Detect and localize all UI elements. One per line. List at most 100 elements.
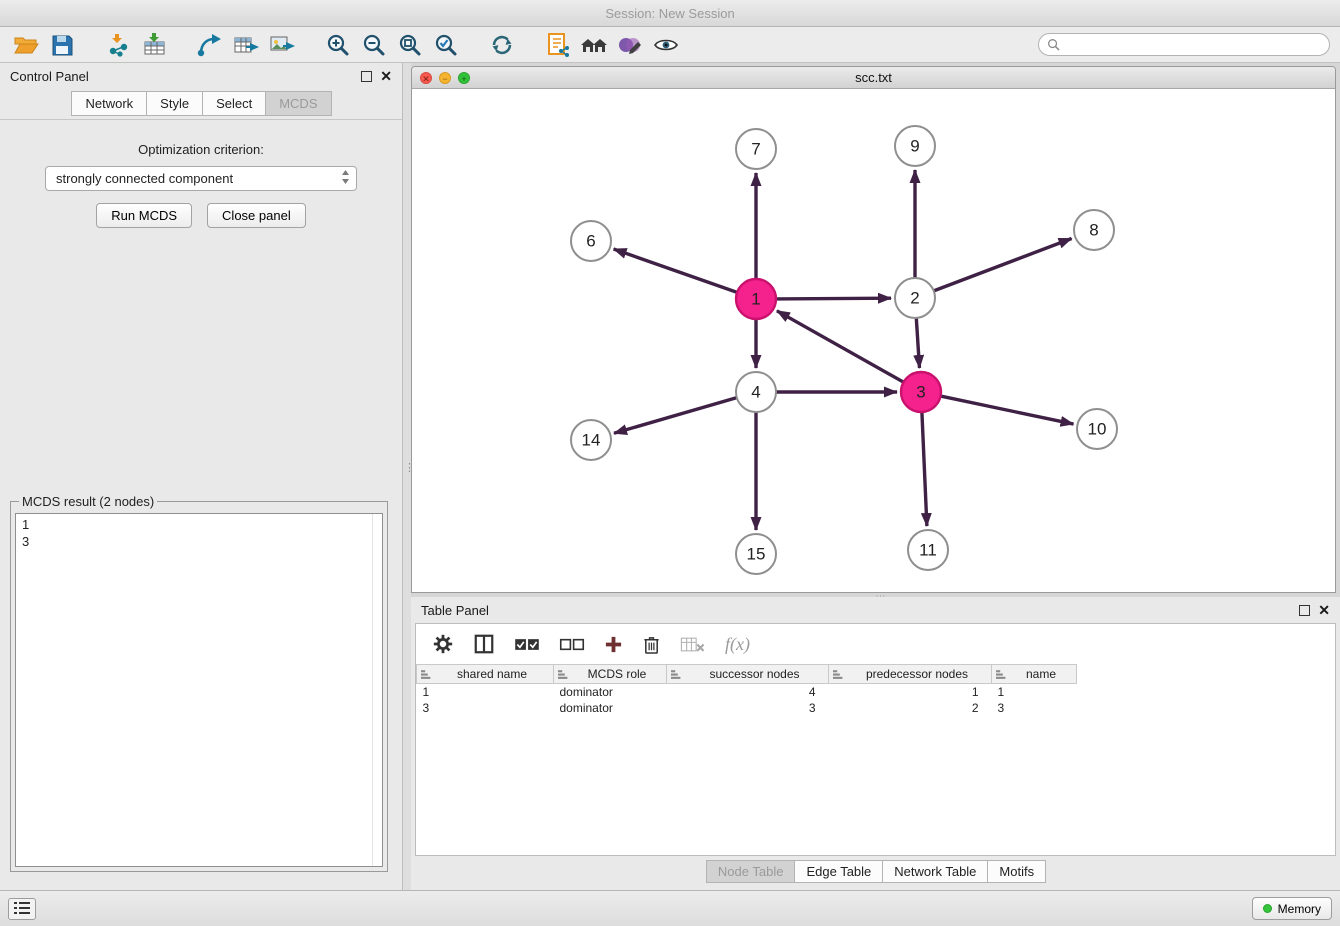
node-9[interactable]: 9 — [895, 126, 935, 166]
edge-3-1[interactable] — [777, 311, 904, 382]
zoom-selected-icon — [434, 33, 458, 57]
node-2[interactable]: 2 — [895, 278, 935, 318]
search-icon — [1047, 38, 1060, 51]
zoom-in-icon — [326, 33, 350, 57]
zoom-fit-button[interactable] — [394, 30, 426, 60]
node-7[interactable]: 7 — [736, 129, 776, 169]
edge-4-14[interactable] — [614, 398, 737, 434]
edge-1-6[interactable] — [614, 249, 738, 292]
node-11[interactable]: 11 — [908, 530, 948, 570]
column-header-shared-name[interactable]: shared name — [417, 665, 554, 684]
table-row[interactable]: 1dominator411 — [417, 684, 1336, 700]
edge-2-3[interactable] — [916, 318, 919, 368]
node-3[interactable]: 3 — [901, 372, 941, 412]
svg-text:11: 11 — [919, 541, 937, 560]
close-window-icon[interactable]: ✕ — [420, 72, 432, 84]
copy-style-button[interactable] — [542, 30, 574, 60]
function-builder-button[interactable]: f(x) — [725, 634, 750, 655]
fx-icon: f(x) — [725, 634, 750, 655]
table-cell: 3 — [667, 700, 829, 716]
tab-network[interactable]: Network — [71, 91, 147, 116]
optimization-criterion-select[interactable]: strongly connected component — [45, 166, 357, 191]
zoom-selected-button[interactable] — [430, 30, 462, 60]
export-table-button[interactable] — [230, 30, 262, 60]
close-table-panel-icon[interactable]: ✕ — [1318, 605, 1330, 616]
node-8[interactable]: 8 — [1074, 210, 1114, 250]
edge-3-10[interactable] — [941, 396, 1074, 424]
import-table-file-button[interactable] — [138, 30, 170, 60]
zoom-out-button[interactable] — [358, 30, 390, 60]
network-home-button[interactable] — [578, 30, 610, 60]
show-graphics-details-button[interactable] — [650, 30, 682, 60]
column-header-predecessor-nodes[interactable]: predecessor nodes — [829, 665, 992, 684]
open-file-button[interactable] — [10, 30, 42, 60]
close-panel-icon[interactable]: ✕ — [380, 71, 392, 82]
deselect-all-columns-button[interactable] — [559, 637, 585, 652]
task-history-button[interactable] — [8, 898, 36, 920]
node-15[interactable]: 15 — [736, 534, 776, 574]
column-header-name[interactable]: name — [992, 665, 1077, 684]
column-header-MCDS-role[interactable]: MCDS role — [554, 665, 667, 684]
zoom-in-button[interactable] — [322, 30, 354, 60]
tab-edge-table[interactable]: Edge Table — [794, 860, 883, 883]
apply-layout-button[interactable] — [486, 30, 518, 60]
float-panel-icon[interactable] — [361, 71, 372, 82]
tab-network-table[interactable]: Network Table — [882, 860, 988, 883]
export-image-button[interactable] — [266, 30, 298, 60]
node-6[interactable]: 6 — [571, 221, 611, 261]
table-settings-button[interactable] — [432, 633, 454, 655]
table-panel-title: Table Panel — [421, 603, 489, 618]
import-network-file-button[interactable] — [102, 30, 134, 60]
mcds-result-text[interactable]: 13 — [15, 513, 383, 867]
window-controls: ✕ − + — [420, 72, 470, 84]
vertical-splitter[interactable]: ⋮ — [403, 63, 411, 890]
delete-column-button[interactable] — [642, 634, 661, 655]
dropdown-arrows-icon — [341, 169, 350, 188]
plus-icon — [604, 635, 623, 654]
control-panel: Control Panel ✕ NetworkStyleSelectMCDS O… — [0, 63, 403, 890]
table-cell: 1 — [829, 684, 992, 700]
columns-icon — [473, 633, 495, 655]
select-all-columns-button[interactable] — [514, 637, 540, 652]
svg-text:14: 14 — [582, 431, 601, 450]
tab-node-table[interactable]: Node Table — [706, 860, 796, 883]
deselect-all-icon — [559, 637, 585, 652]
edge-3-11[interactable] — [922, 412, 927, 526]
table-cell: 1 — [417, 684, 554, 700]
minimize-window-icon[interactable]: − — [439, 72, 451, 84]
close-panel-button[interactable]: Close panel — [207, 203, 306, 228]
style-paint-button[interactable] — [614, 30, 646, 60]
save-session-button[interactable] — [46, 30, 78, 60]
network-canvas[interactable]: 7 9 6 8 1 2 4 3 14 10 15 11 — [412, 89, 1336, 592]
show-columns-button[interactable] — [473, 633, 495, 655]
edge-2-8[interactable] — [934, 239, 1072, 291]
float-table-panel-icon[interactable] — [1299, 605, 1310, 616]
tab-mcds[interactable]: MCDS — [265, 91, 331, 116]
memory-button[interactable]: Memory — [1252, 897, 1332, 920]
create-column-button[interactable] — [604, 635, 623, 654]
column-header-successor-nodes[interactable]: successor nodes — [667, 665, 829, 684]
svg-text:1: 1 — [751, 290, 760, 309]
tab-motifs[interactable]: Motifs — [987, 860, 1046, 883]
table-header-row: shared nameMCDS rolesuccessor nodesprede… — [417, 665, 1336, 684]
status-bar: Memory — [0, 890, 1340, 926]
export-network-button[interactable] — [194, 30, 226, 60]
node-10[interactable]: 10 — [1077, 409, 1117, 449]
run-mcds-button[interactable]: Run MCDS — [96, 203, 192, 228]
delete-table-button[interactable] — [680, 635, 706, 654]
control-panel-title: Control Panel — [10, 69, 89, 84]
node-4[interactable]: 4 — [736, 372, 776, 412]
tab-select[interactable]: Select — [202, 91, 266, 116]
node-14[interactable]: 14 — [571, 420, 611, 460]
control-panel-tabbar: NetworkStyleSelectMCDS — [0, 89, 402, 116]
table-row[interactable]: 3dominator323 — [417, 700, 1336, 716]
search-input[interactable] — [1066, 38, 1321, 52]
maximize-window-icon[interactable]: + — [458, 72, 470, 84]
mcds-result-box: MCDS result (2 nodes) 13 — [10, 494, 388, 872]
search-box[interactable] — [1038, 33, 1330, 56]
tab-style[interactable]: Style — [146, 91, 203, 116]
network-window-titlebar[interactable]: ✕ − + scc.txt — [412, 67, 1335, 89]
node-1[interactable]: 1 — [736, 279, 776, 319]
gear-icon — [432, 633, 454, 655]
edge-1-2[interactable] — [776, 298, 891, 299]
